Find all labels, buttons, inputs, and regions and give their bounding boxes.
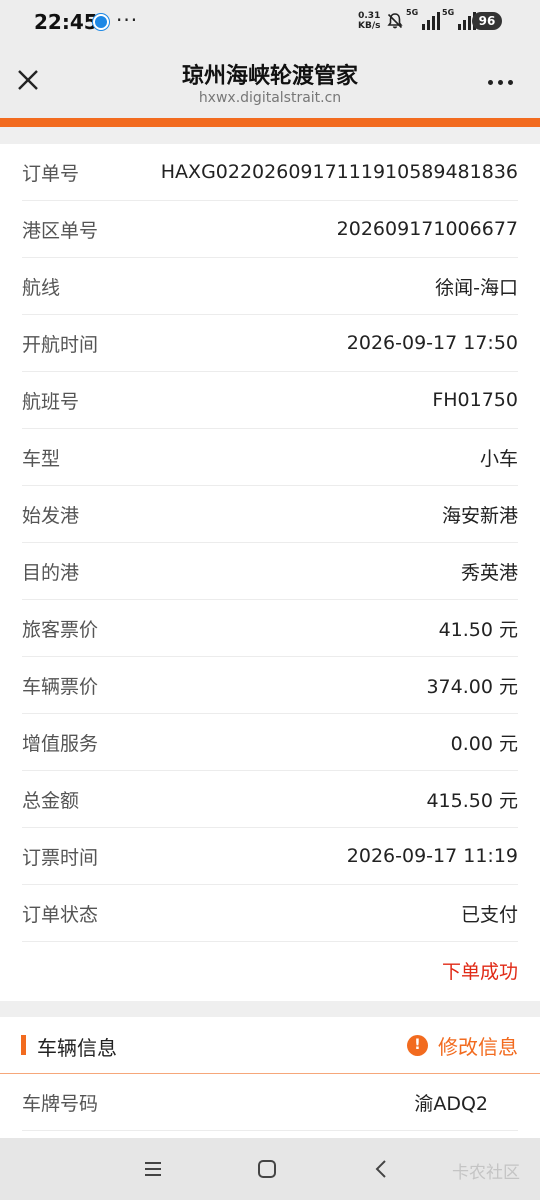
page-url: hxwx.digitalstrait.cn bbox=[198, 90, 342, 106]
row-label: 始发港 bbox=[22, 504, 80, 527]
order-row-vehicle-fare: 车辆票价 374.00 元 bbox=[22, 657, 518, 714]
order-row-booking-time: 订票时间 2026-09-17 11:19 bbox=[22, 828, 518, 885]
row-label: 开航时间 bbox=[22, 333, 99, 356]
network-speed-value: 0.31 bbox=[358, 11, 381, 21]
mute-bell-icon bbox=[386, 12, 404, 30]
row-value: 41.50 元 bbox=[438, 618, 518, 641]
row-label: 车辆票价 bbox=[22, 675, 99, 698]
row-label: 订票时间 bbox=[22, 846, 99, 869]
row-value: 0.00 元 bbox=[450, 732, 518, 755]
order-success-text: 下单成功 bbox=[441, 961, 518, 983]
row-value: 徐闻-海口 bbox=[435, 276, 518, 299]
row-value: 2026-09-17 17:50 bbox=[346, 332, 518, 354]
row-value: 2026-09-17 11:19 bbox=[346, 845, 518, 867]
row-value: 海安新港 bbox=[441, 504, 518, 527]
row-label: 车牌号码 bbox=[22, 1092, 99, 1115]
row-label: 订单号 bbox=[22, 162, 80, 185]
spacer bbox=[0, 1001, 540, 1017]
page-title: 琼州海峡轮渡管家 bbox=[181, 64, 358, 89]
row-label: 增值服务 bbox=[22, 732, 99, 755]
row-value: 已支付 bbox=[460, 903, 518, 926]
section-title: 车辆信息 bbox=[37, 1036, 117, 1060]
network-speed: 0.31 KB/s bbox=[358, 11, 380, 31]
row-value: 渝ADQ2 bbox=[414, 1092, 488, 1115]
info-icon: ! bbox=[407, 1035, 428, 1056]
row-value: 415.50 元 bbox=[426, 789, 518, 812]
edit-info-button[interactable]: ! 修改信息 bbox=[407, 1031, 518, 1060]
order-row-flight-number: 航班号 FH01750 bbox=[22, 372, 518, 429]
system-nav-bar: 卡农社区 bbox=[0, 1138, 540, 1200]
battery-indicator: 96 bbox=[472, 12, 502, 30]
row-value: 374.00 元 bbox=[426, 675, 518, 698]
row-value: HAXG02202609171119105894818​36 bbox=[160, 161, 518, 183]
row-label: 航班号 bbox=[22, 390, 80, 413]
status-icons: 5G 5G bbox=[386, 8, 476, 30]
order-details-card: 订单号 HAXG02202609171119105894818​36 港区单号 … bbox=[0, 144, 540, 1001]
network-type-2: 5G bbox=[442, 8, 455, 17]
order-row-route: 航线 徐闻-海口 bbox=[22, 258, 518, 315]
back-icon[interactable] bbox=[366, 1154, 396, 1184]
row-value: 秀英港 bbox=[460, 561, 518, 584]
menu-icon[interactable] bbox=[138, 1154, 168, 1184]
vehicle-section-header: 车辆信息 ! 修改信息 bbox=[0, 1017, 540, 1074]
order-row-origin-port: 始发港 海安新港 bbox=[22, 486, 518, 543]
row-value: FH01750 bbox=[432, 389, 518, 411]
order-row-order-number: 订单号 HAXG02202609171119105894818​36 bbox=[22, 144, 518, 201]
section-accent-bar bbox=[21, 1035, 26, 1055]
row-label: 航线 bbox=[22, 276, 61, 299]
order-success-status: 下单成功 bbox=[22, 942, 518, 999]
row-label: 车型 bbox=[22, 447, 61, 470]
status-bar: 22:45 ··· 0.31 KB/s 5G 5G 96 bbox=[0, 0, 540, 44]
title-bar: 琼州海峡轮渡管家 hxwx.digitalstrait.cn bbox=[0, 44, 540, 118]
header-accent-band bbox=[0, 118, 540, 127]
row-value: 202609171006677 bbox=[336, 218, 518, 240]
row-label: 订单状态 bbox=[22, 903, 99, 926]
vehicle-row-plate-number: 车牌号码 渝ADQ2 bbox=[22, 1074, 518, 1131]
vehicle-info-card: 车牌号码 渝ADQ2 bbox=[0, 1074, 540, 1138]
row-label: 旅客票价 bbox=[22, 618, 99, 641]
network-speed-unit: KB/s bbox=[358, 21, 381, 31]
row-value: 小车 bbox=[479, 447, 518, 470]
order-row-vehicle-type: 车型 小车 bbox=[22, 429, 518, 486]
order-row-value-added-service: 增值服务 0.00 元 bbox=[22, 714, 518, 771]
order-row-passenger-fare: 旅客票价 41.50 元 bbox=[22, 600, 518, 657]
signal-5g-icon-1: 5G bbox=[406, 8, 440, 30]
watermark-text: 卡农社区 bbox=[452, 1163, 520, 1183]
row-label: 港区单号 bbox=[22, 219, 99, 242]
network-type-1: 5G bbox=[406, 8, 419, 17]
order-row-departure-time: 开航时间 2026-09-17 17:50 bbox=[22, 315, 518, 372]
edit-info-label: 修改信息 bbox=[438, 1035, 518, 1059]
more-icon[interactable] bbox=[484, 72, 516, 92]
status-more-icon: ··· bbox=[116, 8, 139, 32]
row-label: 总金额 bbox=[22, 789, 80, 812]
spacer bbox=[0, 127, 540, 144]
order-row-destination-port: 目的港 秀英港 bbox=[22, 543, 518, 600]
row-label: 目的港 bbox=[22, 561, 80, 584]
status-time: 22:45 bbox=[34, 10, 98, 34]
order-row-order-status: 订单状态 已支付 bbox=[22, 885, 518, 942]
order-row-port-order-number: 港区单号 202609171006677 bbox=[22, 201, 518, 258]
notification-app-icon bbox=[93, 14, 109, 30]
order-row-total-amount: 总金额 415.50 元 bbox=[22, 771, 518, 828]
home-icon[interactable] bbox=[252, 1154, 282, 1184]
